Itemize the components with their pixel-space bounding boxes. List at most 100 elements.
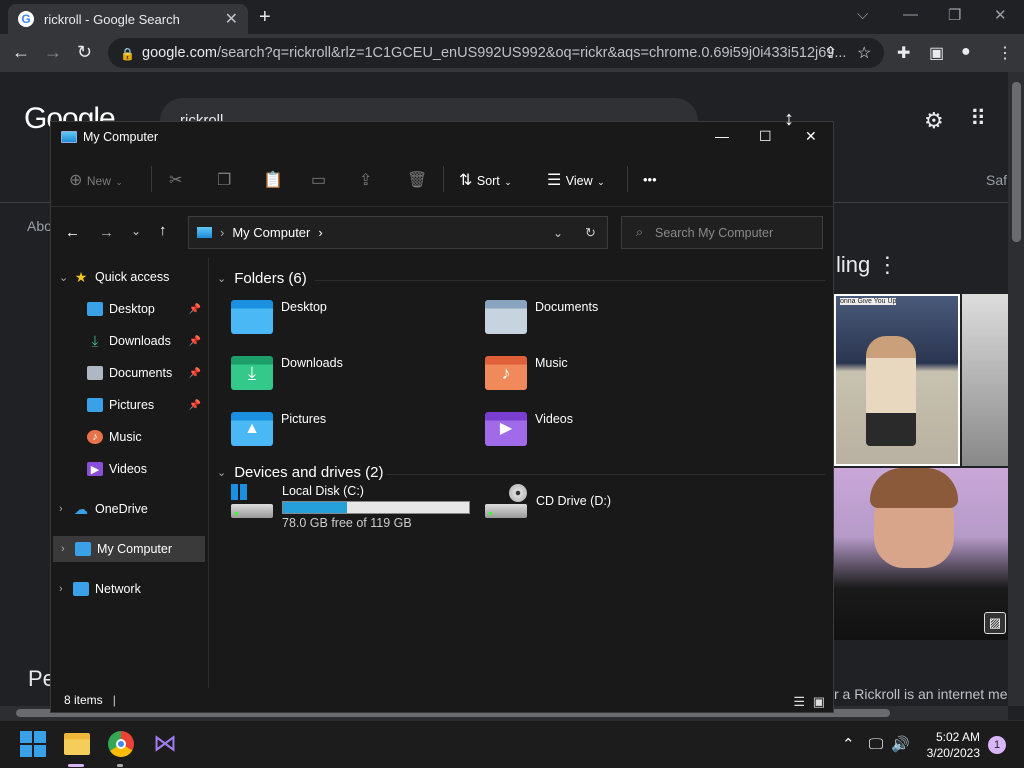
window-title: My Computer (83, 130, 159, 144)
bookmark-star-icon[interactable]: ☆ (857, 43, 871, 63)
more-options-icon[interactable]: ••• (643, 172, 657, 187)
nav-documents[interactable]: Documents 📌 (51, 360, 207, 386)
nav-downloads[interactable]: ⤓ Downloads 📌 (51, 328, 207, 354)
forward-icon[interactable]: → (44, 42, 62, 63)
back-icon[interactable]: ← (12, 42, 30, 63)
computer-icon (61, 131, 77, 143)
time: 5:02 AM (935, 730, 980, 744)
recent-locations-icon[interactable]: ⌄ (131, 224, 141, 238)
close-icon[interactable]: ✕ (805, 128, 817, 145)
minimize-icon[interactable]: — (903, 6, 918, 23)
hard-drive-icon (231, 484, 273, 524)
delete-icon[interactable]: 🗑 (407, 170, 427, 190)
settings-gear-icon[interactable]: ⚙ (924, 108, 944, 134)
folder-desktop[interactable]: Desktop (231, 300, 327, 334)
details-view-icon[interactable]: ☰ (793, 694, 805, 709)
side-panel-icon[interactable]: ▣ (929, 43, 944, 63)
tab-close-icon[interactable]: ✕ (225, 9, 238, 29)
drive-d-name: CD Drive (D:) (536, 494, 611, 508)
drives-group-header[interactable]: ⌄ Devices and drives (2) (217, 464, 383, 481)
minimize-icon[interactable]: — (715, 128, 729, 144)
computer-icon (75, 542, 91, 556)
image-icon[interactable]: ▨ (984, 612, 1006, 634)
folder-documents-icon (485, 300, 527, 334)
nav-videos[interactable]: ▶ Videos (51, 456, 207, 482)
nav-network[interactable]: › Network (51, 576, 207, 602)
visual-studio-icon[interactable]: ⋈ (152, 731, 178, 757)
explorer-search-input[interactable]: ⌕ Search My Computer (621, 216, 823, 249)
folder-videos-icon: ▶ (485, 412, 527, 446)
url-path: /search?q=rickroll&rlz=1C1GCEU_enUS992US… (216, 45, 847, 61)
chrome-taskbar-icon[interactable] (108, 731, 134, 757)
vertical-scrollbar[interactable] (1008, 72, 1024, 706)
up-icon[interactable]: ↑ (159, 222, 167, 239)
restore-icon[interactable]: ❐ (948, 6, 961, 24)
folder-documents[interactable]: Documents (485, 300, 598, 334)
nav-pictures[interactable]: Pictures 📌 (51, 392, 207, 418)
start-windows-icon[interactable] (20, 731, 46, 757)
clock[interactable]: 5:02 AM 3/20/2023 (922, 729, 980, 761)
menu-icon[interactable]: ⋮ (997, 43, 1013, 63)
folder-music-icon: ♪ (485, 356, 527, 390)
tiles-view-icon[interactable]: ▣ (813, 694, 825, 709)
reload-icon[interactable]: ↻ (77, 42, 92, 63)
nav-music[interactable]: ♪ Music (51, 424, 207, 450)
browser-tab[interactable]: G rickroll - Google Search ✕ (8, 4, 248, 34)
network-icon[interactable]: 🖵 (869, 736, 883, 753)
status-bar: 8 items | (64, 693, 116, 707)
close-window-icon[interactable]: ✕ (994, 6, 1007, 24)
show-hidden-icons-icon[interactable]: ⌃ (842, 736, 855, 753)
lock-icon: 🔒 (120, 47, 135, 61)
new-item-button[interactable]: ⊕ New ⌄ (69, 170, 123, 190)
extensions-icon[interactable]: ✚ (897, 43, 910, 63)
view-button[interactable]: ☰ View ⌄ (547, 170, 605, 190)
copy-icon[interactable]: ❐ (217, 170, 231, 190)
drive-c[interactable]: Local Disk (C:) 78.0 GB free of 119 GB (231, 484, 470, 530)
paste-icon[interactable]: 📋 (263, 170, 283, 190)
drive-c-free-space: 78.0 GB free of 119 GB (282, 516, 412, 530)
forward-icon[interactable]: → (99, 224, 114, 241)
file-explorer-taskbar-icon[interactable] (64, 733, 90, 755)
folder-pictures[interactable]: ▲ Pictures (231, 412, 326, 446)
folder-videos[interactable]: ▶ Videos (485, 412, 573, 446)
pin-icon: 📌 (188, 303, 201, 315)
video-thumbnail[interactable]: onna Give You Up (834, 294, 960, 466)
navigation-pane: ⌄ ★ Quick access Desktop 📌 ⤓ Downloads 📌 Doc… (51, 258, 209, 688)
image-thumbnail[interactable] (962, 294, 1008, 466)
address-bar[interactable]: 🔒 google.com/search?q=rickroll&rlz=1C1GC… (108, 38, 884, 68)
music-icon: ♪ (87, 430, 103, 444)
tab-search-icon[interactable]: ⌵ (857, 6, 868, 23)
cut-icon[interactable]: ✂ (169, 170, 182, 190)
nav-quick-access[interactable]: ⌄ ★ Quick access (51, 264, 207, 290)
apps-grid-icon[interactable]: ⠿ (970, 106, 986, 132)
date: 3/20/2023 (926, 746, 980, 760)
safesearch-label[interactable]: Saf (986, 172, 1007, 188)
folder-downloads[interactable]: ⤓ Downloads (231, 356, 343, 390)
volume-icon[interactable]: 🔊 (891, 736, 910, 753)
folder-pictures-icon: ▲ (231, 412, 273, 446)
item-count: 8 items (64, 693, 103, 707)
folders-group-header[interactable]: ⌄ Folders (6) (217, 270, 307, 287)
share-icon[interactable]: ⇪ (359, 170, 372, 190)
nav-desktop[interactable]: Desktop 📌 (51, 296, 207, 322)
nav-my-computer[interactable]: › My Computer (53, 536, 205, 562)
image-thumbnail-large[interactable] (834, 468, 1008, 640)
notification-badge[interactable]: 1 (988, 736, 1006, 754)
address-segment[interactable]: My Computer (232, 225, 310, 240)
profile-icon[interactable]: ● (961, 43, 971, 61)
nav-onedrive[interactable]: › ☁ OneDrive (51, 496, 207, 522)
address-bar[interactable]: › My Computer › ⌄ ↻ (188, 216, 608, 249)
folder-downloads-icon: ⤓ (231, 356, 273, 390)
new-tab-button[interactable]: + (259, 6, 271, 29)
resize-cursor-icon: ↕ (784, 108, 794, 130)
star-icon: ★ (74, 268, 88, 285)
folder-music[interactable]: ♪ Music (485, 356, 568, 390)
drive-d[interactable]: CD Drive (D:) (485, 484, 611, 524)
address-dropdown-icon[interactable]: ⌄ (553, 226, 563, 240)
share-icon[interactable]: ⇪ (824, 43, 837, 63)
sort-button[interactable]: ⇅ Sort ⌄ (459, 170, 512, 190)
refresh-icon[interactable]: ↻ (585, 225, 596, 241)
back-icon[interactable]: ← (65, 224, 80, 241)
rename-icon[interactable]: ▭ (311, 170, 326, 190)
maximize-icon[interactable]: ☐ (759, 128, 772, 145)
